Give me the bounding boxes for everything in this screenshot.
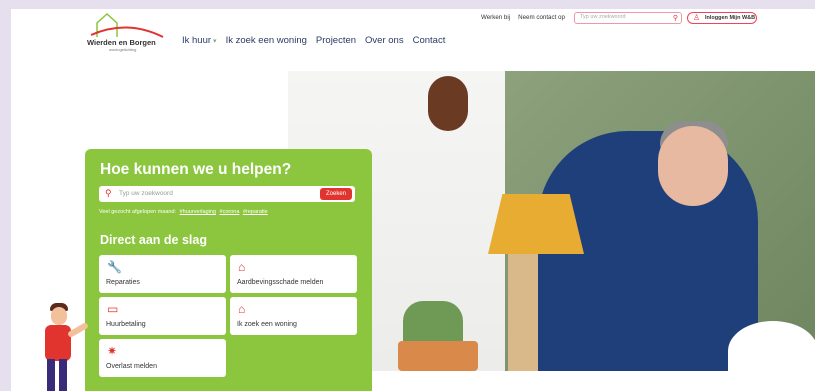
hero-person-head: [658, 126, 728, 206]
direct-title: Direct aan de slag: [100, 233, 207, 247]
mascot-leg: [59, 359, 67, 391]
tile-label: Huurbetaling: [106, 321, 146, 328]
help-title: Hoe kunnen we u helpen?: [100, 161, 292, 178]
nav-item-over-ons[interactable]: Over ons: [365, 35, 404, 46]
tile-overlast[interactable]: ✷ Overlast melden: [99, 339, 226, 377]
top-links: Werken bij Neem contact op: [481, 14, 565, 21]
money-icon: ▭: [107, 302, 119, 316]
nav-item-ik-zoek[interactable]: Ik zoek een woning: [226, 35, 307, 46]
chevron-down-icon: ▾: [213, 38, 217, 45]
tile-reparaties[interactable]: 🔧 Reparaties: [99, 255, 226, 293]
wrench-icon: 🔧: [107, 260, 122, 274]
help-search-input[interactable]: ⚲ Typ uw zoekwoord Zoeken: [99, 186, 355, 202]
home-search-icon: ⌂: [238, 302, 246, 316]
mascot-head: [51, 307, 67, 325]
search-icon: ⚲: [105, 188, 112, 198]
login-label: Inloggen Mijn W&B: [705, 15, 756, 21]
login-button[interactable]: ♙ Inloggen Mijn W&B: [687, 12, 757, 24]
nav-item-ik-huur[interactable]: Ik huur ▾: [182, 35, 217, 46]
tile-ik-zoek-woning[interactable]: ⌂ Ik zoek een woning: [230, 297, 357, 335]
nav-item-contact[interactable]: Contact: [413, 35, 446, 46]
werken-bij-link[interactable]: Werken bij: [481, 14, 510, 21]
tile-aardbevingsschade[interactable]: ⌂ Aardbevingsschade melden: [230, 255, 357, 293]
user-icon: ♙: [693, 13, 701, 22]
popular-tag[interactable]: #corona: [220, 209, 240, 215]
mascot-body: [45, 325, 71, 361]
top-search-placeholder: Typ uw zoekwoord: [580, 14, 626, 20]
hero-plant-pot: [398, 341, 478, 371]
tile-label: Overlast melden: [106, 363, 157, 370]
popular-tag[interactable]: #huurverlaging: [180, 209, 216, 215]
search-icon[interactable]: ⚲: [673, 14, 678, 22]
logo-name: Wierden en Borgen: [87, 38, 156, 47]
logo-house-icon: [90, 12, 164, 38]
popular-prefix: Veel gezocht afgelopen maand:: [99, 209, 177, 215]
nuisance-icon: ✷: [107, 344, 118, 358]
popular-searches: Veel gezocht afgelopen maand: #huurverla…: [99, 209, 268, 215]
popular-tag[interactable]: #reparatie: [243, 209, 268, 215]
nav-item-projecten[interactable]: Projecten: [316, 35, 356, 46]
logo[interactable]: Wierden en Borgen woningstichting: [87, 11, 167, 52]
house-crack-icon: ⌂: [238, 260, 246, 274]
main-nav: Ik huur ▾ Ik zoek een woning Projecten Ov…: [182, 35, 445, 46]
help-search-placeholder: Typ uw zoekwoord: [119, 190, 173, 197]
logo-subtitle: woningstichting: [109, 47, 137, 52]
help-panel: Hoe kunnen we u helpen? ⚲ Typ uw zoekwoo…: [85, 149, 372, 391]
hero-lampshade: [488, 194, 584, 254]
mascot-leg: [47, 359, 55, 391]
tile-label: Aardbevingsschade melden: [237, 279, 324, 286]
mascot-arm: [66, 321, 90, 339]
nav-label: Ik huur: [182, 35, 212, 46]
mascot-figure: [39, 299, 90, 391]
hero-curve: [728, 321, 815, 371]
hero-wall-decoration: [428, 76, 468, 131]
contact-link[interactable]: Neem contact op: [518, 14, 565, 21]
tile-huurbetaling[interactable]: ▭ Huurbetaling: [99, 297, 226, 335]
top-search-input[interactable]: Typ uw zoekwoord ⚲: [574, 12, 682, 24]
tile-label: Reparaties: [106, 279, 140, 286]
search-button[interactable]: Zoeken: [320, 188, 352, 200]
tile-label: Ik zoek een woning: [237, 321, 297, 328]
page: Wierden en Borgen woningstichting Ik huu…: [11, 9, 815, 391]
